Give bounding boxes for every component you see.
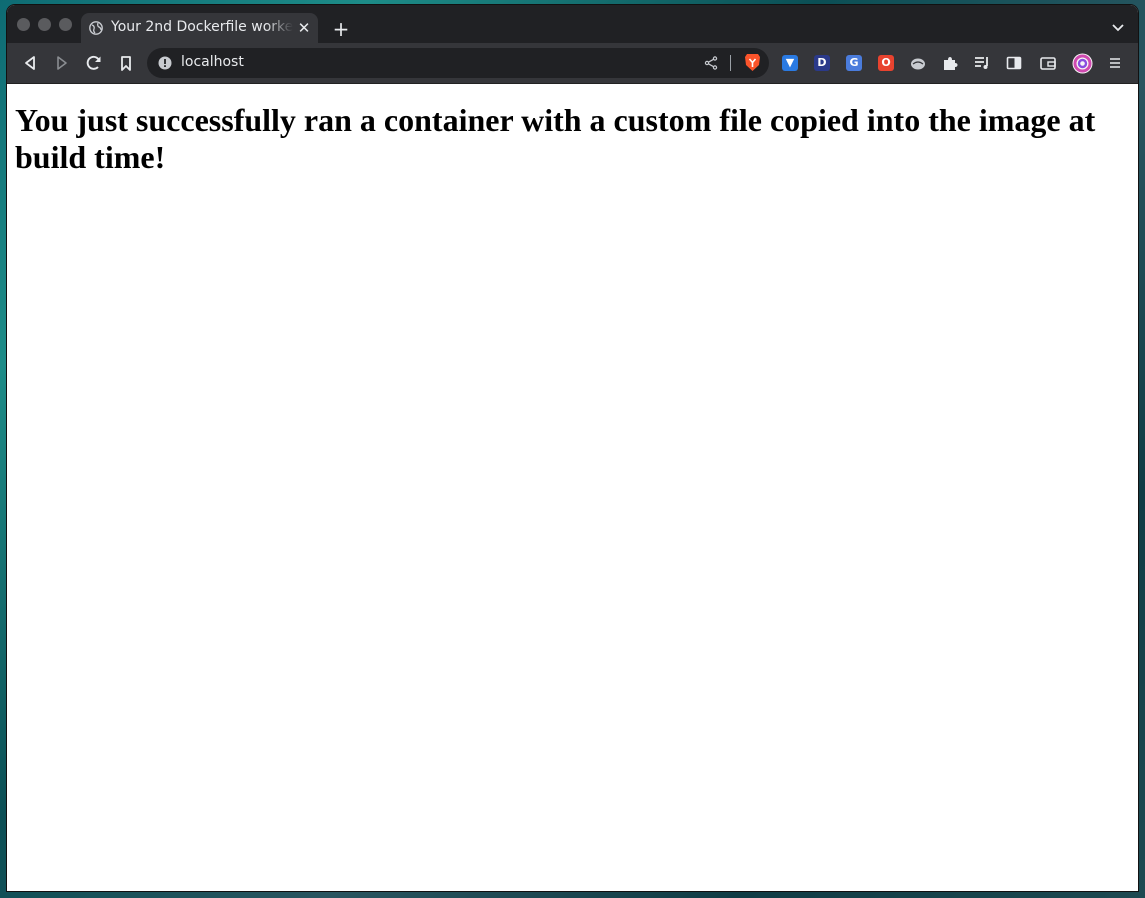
- dashlane-icon[interactable]: D: [814, 55, 830, 71]
- forward-icon[interactable]: [52, 53, 72, 73]
- omnibox-divider: [730, 55, 731, 71]
- globe-icon: [89, 21, 103, 35]
- reload-icon[interactable]: [84, 53, 104, 73]
- tab-strip: Your 2nd Dockerfile worked! ✕ +: [7, 5, 1138, 43]
- share-icon[interactable]: [704, 56, 718, 70]
- menu-icon[interactable]: [1106, 54, 1124, 72]
- brave-shields-icon[interactable]: [744, 53, 761, 72]
- close-tab-icon[interactable]: ✕: [295, 19, 313, 37]
- close-window-button[interactable]: [17, 18, 30, 31]
- new-tab-button[interactable]: +: [331, 19, 351, 39]
- maximize-window-button[interactable]: [59, 18, 72, 31]
- sidebar-icon[interactable]: [1005, 54, 1023, 72]
- extension-globe-icon[interactable]: [909, 54, 927, 72]
- extensions-puzzle-icon[interactable]: [941, 54, 959, 72]
- site-info-icon[interactable]: [158, 56, 172, 70]
- back-icon[interactable]: [20, 53, 40, 73]
- tab-title: Your 2nd Dockerfile worked!: [111, 19, 293, 35]
- tab-active[interactable]: Your 2nd Dockerfile worked! ✕: [81, 13, 318, 43]
- address-bar[interactable]: localhost: [147, 48, 769, 78]
- chevron-down-icon[interactable]: [1110, 19, 1126, 35]
- profile-avatar-icon[interactable]: [1072, 53, 1093, 74]
- minimize-window-button[interactable]: [38, 18, 51, 31]
- ublock-icon[interactable]: O: [878, 55, 894, 71]
- pocket-icon[interactable]: ▼: [782, 55, 798, 71]
- page-content: You just successfully ran a container wi…: [7, 84, 1138, 891]
- playlist-icon[interactable]: [973, 54, 991, 72]
- wallet-icon[interactable]: [1039, 54, 1057, 72]
- page-heading: You just successfully ran a container wi…: [15, 102, 1096, 175]
- browser-window: Your 2nd Dockerfile worked! ✕ + localhos…: [7, 5, 1138, 891]
- browser-toolbar: localhost ▼ D G O: [7, 43, 1138, 84]
- bookmark-icon[interactable]: [116, 53, 136, 73]
- google-translate-icon[interactable]: G: [846, 55, 862, 71]
- url-text[interactable]: localhost: [181, 54, 244, 70]
